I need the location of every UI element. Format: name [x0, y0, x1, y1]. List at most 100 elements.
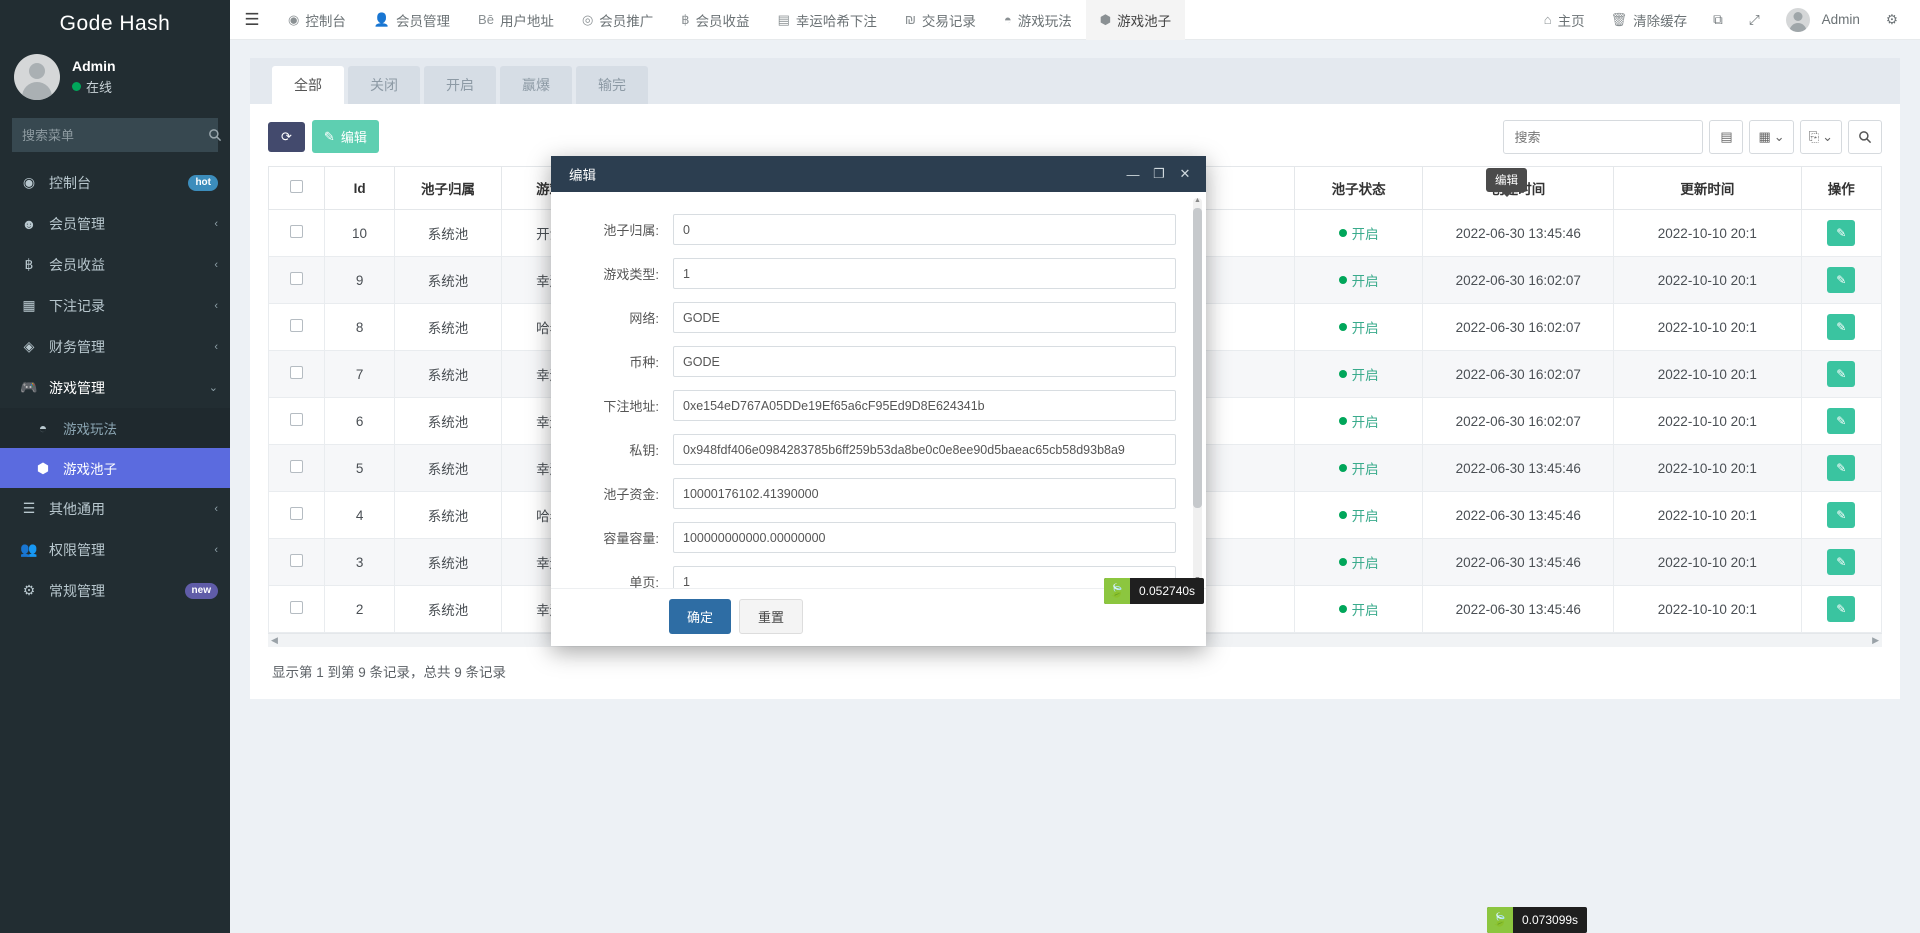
panel-tab-win[interactable]: 赢爆 [500, 66, 572, 104]
tab-transaction-records[interactable]: ₪ 交易记录 [891, 0, 990, 40]
calendar-icon: ▤ [777, 11, 790, 27]
batch-edit-button[interactable]: ✎ 编辑 [311, 120, 379, 153]
field-input-0[interactable] [673, 214, 1176, 245]
table-search-input[interactable] [1503, 120, 1704, 154]
field-input-7[interactable] [673, 522, 1176, 553]
sidebar-item-general-settings[interactable]: ⚙ 常规管理 new [0, 570, 230, 611]
sidebar-item-member-management[interactable]: ☻ 会员管理 ‹ [0, 203, 230, 244]
user-icon: 👤 [373, 11, 391, 27]
minimize-icon[interactable]: — [1120, 161, 1146, 187]
field-input-5[interactable] [673, 434, 1176, 465]
sidebar-item-game-pool[interactable]: ⬢ 游戏池子 [0, 448, 230, 488]
row-checkbox[interactable] [290, 554, 304, 567]
tab-dashboard[interactable]: ◉ 控制台 [274, 0, 360, 40]
sidebar-item-member-earnings[interactable]: ฿ 会员收益 ‹ [0, 244, 230, 285]
close-icon[interactable]: ✕ [1172, 161, 1198, 187]
gears-icon[interactable]: ⚙ [1874, 0, 1910, 40]
tab-lucky-hash-bet[interactable]: ▤ 幸运哈希下注 [764, 0, 891, 40]
row-edit-button[interactable]: ✎ [1827, 596, 1856, 622]
field-input-2[interactable] [673, 302, 1176, 333]
user-menu[interactable]: Admin [1774, 0, 1872, 40]
home-button[interactable]: ⌂ 主页 [1532, 0, 1597, 40]
tab-member-earnings[interactable]: ฿ 会员收益 [667, 0, 763, 40]
status-dot-icon [1338, 276, 1347, 284]
search-submit-button[interactable] [1848, 120, 1882, 154]
panel-tab-all[interactable]: 全部 [272, 66, 344, 104]
chevron-left-icon: ‹ [214, 340, 218, 353]
clone-icon[interactable]: ⧉ [1701, 0, 1735, 40]
tab-member-management[interactable]: 👤 会员管理 [360, 0, 464, 40]
th-actions: 操作 [1800, 166, 1883, 210]
tab-game-play[interactable]: ◓ 游戏玩法 [990, 0, 1086, 40]
row-checkbox[interactable] [290, 507, 304, 520]
scroll-right-icon[interactable]: ▶ [1872, 635, 1879, 646]
row-edit-button[interactable]: ✎ [1827, 502, 1856, 528]
tab-game-pool[interactable]: ⬢ 游戏池子 [1085, 0, 1186, 40]
row-checkbox[interactable] [290, 225, 304, 238]
sidebar-item-permissions[interactable]: 👥 权限管理 ‹ [0, 529, 230, 570]
sidebar-search[interactable] [12, 118, 222, 152]
confirm-button[interactable]: 确定 [669, 599, 732, 634]
field-input-1[interactable] [673, 258, 1176, 289]
reset-button[interactable]: 重置 [739, 599, 804, 634]
grid-view-button[interactable]: ▦ ⌄ [1749, 120, 1794, 154]
sidebar-item-dashboard[interactable]: ◉ 控制台 hot [0, 162, 230, 203]
row-edit-button[interactable]: ✎ [1827, 220, 1856, 246]
scrollbar-thumb[interactable] [1193, 208, 1202, 508]
clear-cache-button[interactable]: 🗑 清除缓存 [1599, 0, 1700, 40]
select-all-checkbox[interactable] [290, 180, 304, 193]
scroll-up-icon[interactable]: ▲ [1193, 196, 1202, 205]
status-dot-icon [1338, 558, 1347, 566]
sidebar-item-finance[interactable]: ◈ 财务管理 ‹ [0, 326, 230, 367]
cell-actions: ✎ [1800, 256, 1883, 304]
modal-vertical-scrollbar[interactable]: ▲ ▼ [1193, 196, 1202, 583]
refresh-button[interactable]: ⟳ [268, 121, 305, 152]
cell-select [267, 256, 326, 304]
row-checkbox[interactable] [290, 601, 304, 614]
row-edit-button[interactable]: ✎ [1827, 549, 1856, 575]
row-checkbox[interactable] [290, 272, 304, 285]
cell-select [267, 303, 326, 351]
list-icon: ☰ [22, 500, 36, 516]
row-edit-button[interactable]: ✎ [1827, 455, 1856, 481]
scroll-left-icon[interactable]: ◀ [271, 635, 278, 646]
sidebar-item-bet-records[interactable]: ▦ 下注记录 ‹ [0, 285, 230, 326]
behance-icon: Bē [478, 12, 494, 27]
row-checkbox[interactable] [290, 413, 304, 426]
table-footer-info: 显示第 1 到第 9 条记录，总共 9 条记录 [272, 665, 507, 680]
sidebar-item-other-general[interactable]: ☰ 其他通用 ‹ [0, 488, 230, 529]
cell-created: 2022-06-30 13:45:46 [1422, 491, 1615, 539]
field-input-6[interactable] [673, 478, 1176, 509]
columns-icon[interactable]: ▤ [1709, 120, 1744, 154]
sidebar-item-game-play[interactable]: ◓ 游戏玩法 [0, 408, 230, 448]
export-button[interactable]: ⎘ ⌄ [1799, 120, 1842, 154]
search-menu-input[interactable] [12, 127, 208, 143]
cogs-icon: ⚙ [22, 582, 36, 598]
avatar [1785, 7, 1810, 32]
maximize-icon[interactable]: ❐ [1146, 161, 1172, 187]
row-edit-button[interactable]: ✎ [1827, 361, 1856, 387]
field-input-4[interactable] [673, 390, 1176, 421]
sidebar-menu-bottom: ☰ 其他通用 ‹ 👥 权限管理 ‹ ⚙ 常规管理 new [0, 488, 230, 611]
th-owner: 池子归属 [393, 166, 503, 210]
sidebar-item-label: 下注记录 [49, 297, 105, 314]
row-edit-button[interactable]: ✎ [1827, 267, 1856, 293]
tab-member-promotion[interactable]: ◎ 会员推广 [568, 0, 667, 40]
cell-status: 开启 [1293, 256, 1424, 304]
tab-user-address[interactable]: Bē 用户地址 [464, 0, 568, 40]
field-input-8[interactable] [673, 566, 1176, 588]
row-checkbox[interactable] [290, 366, 304, 379]
row-checkbox[interactable] [290, 319, 304, 332]
sidebar-item-label: 权限管理 [49, 541, 105, 558]
panel-tab-closed[interactable]: 关闭 [348, 66, 420, 104]
field-input-3[interactable] [673, 346, 1176, 377]
panel-tab-lose[interactable]: 输完 [576, 66, 648, 104]
row-edit-button[interactable]: ✎ [1827, 408, 1856, 434]
row-edit-button[interactable]: ✎ [1827, 314, 1856, 340]
gamepad-icon: 🎮 [20, 379, 38, 395]
sidebar-item-game-management[interactable]: 🎮 游戏管理 ⌄ [0, 367, 230, 408]
expand-icon[interactable]: ⤢ [1737, 0, 1772, 40]
row-checkbox[interactable] [290, 460, 304, 473]
panel-tab-open[interactable]: 开启 [424, 66, 496, 104]
hamburger-icon[interactable]: ☰ [230, 0, 274, 40]
